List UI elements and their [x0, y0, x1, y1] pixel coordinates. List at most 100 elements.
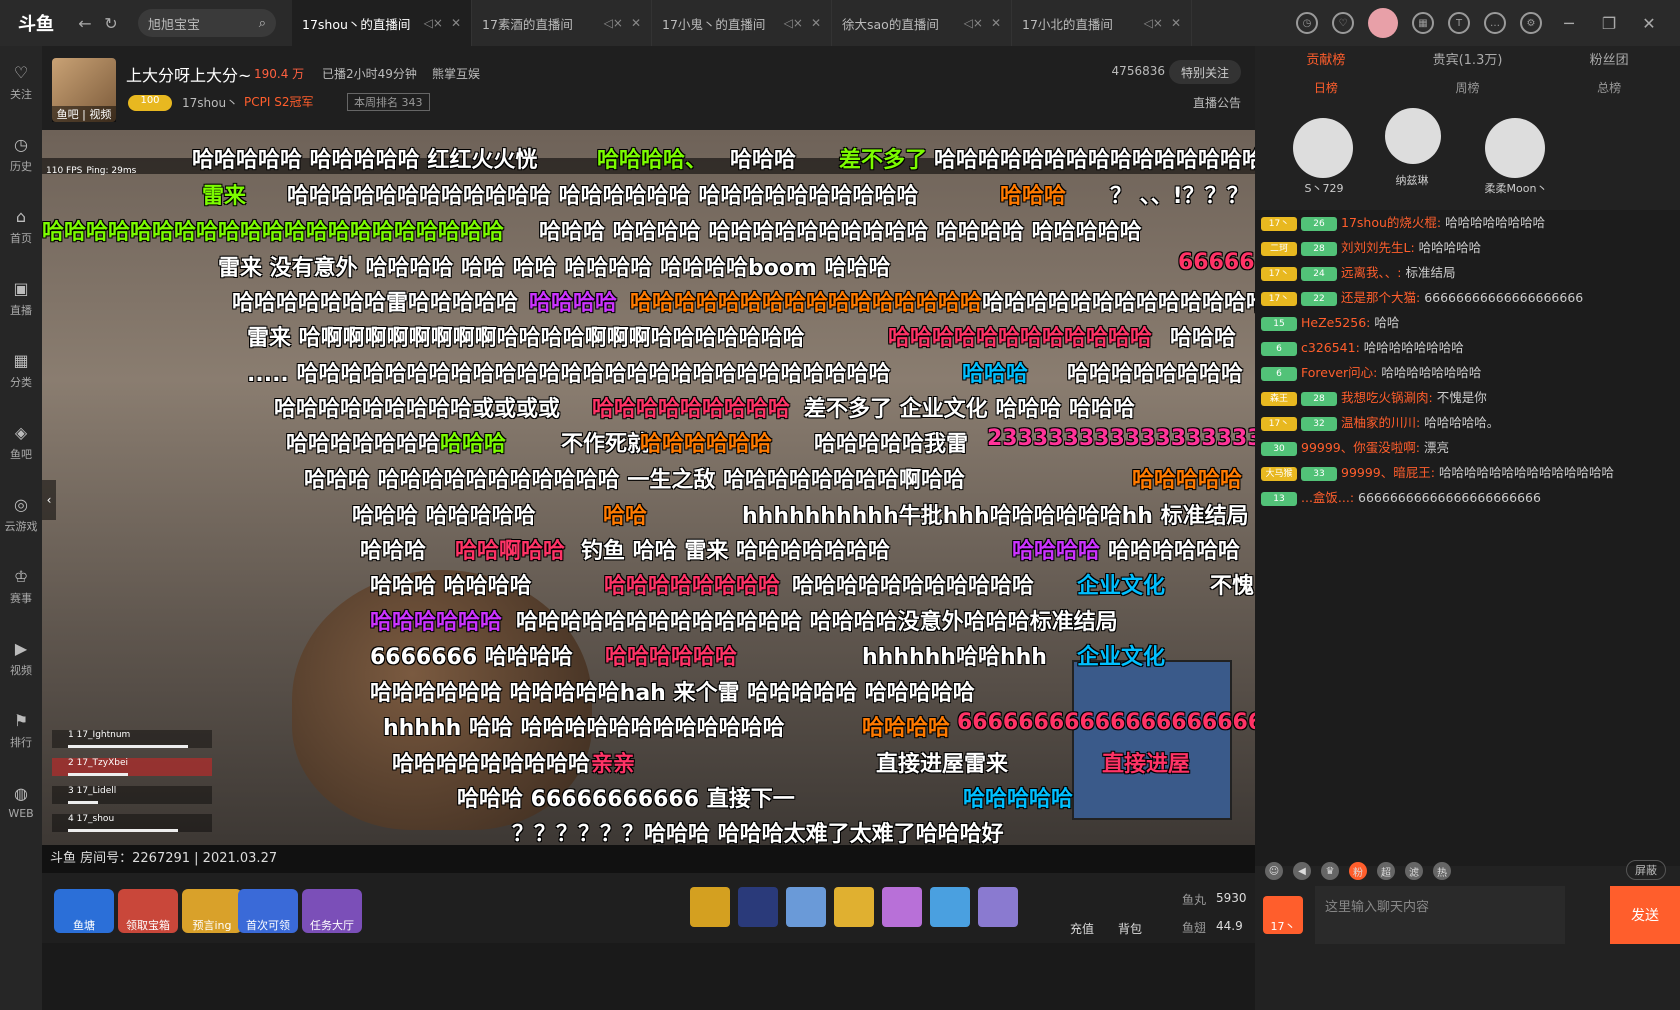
chat-username[interactable]: 还是那个大猫:	[1341, 290, 1424, 305]
chat-username[interactable]: 远离我、、:	[1341, 265, 1405, 280]
close-icon[interactable]: ✕	[811, 16, 821, 30]
pcpi-badge[interactable]: PCPI S2冠军	[244, 93, 313, 110]
sidebar-item-history[interactable]: ◷ 历史	[0, 118, 42, 190]
follow-button[interactable]: 特别关注	[1169, 60, 1241, 84]
chat-username[interactable]: 温柚家的川川:	[1341, 415, 1424, 430]
chat-username[interactable]: 99999、你蛋没啦啊:	[1301, 440, 1424, 455]
back-icon[interactable]: ←	[72, 10, 98, 36]
tab-contribution[interactable]: 贡献榜	[1255, 46, 1397, 76]
hot-icon[interactable]: 热	[1433, 862, 1451, 880]
streamer-name[interactable]: 17shou丶	[182, 94, 238, 111]
tab-room-4[interactable]: 徐大sao的直播间 ◁× ✕	[832, 0, 1012, 46]
user-level-badge[interactable]: 30	[1261, 441, 1297, 456]
minimize-icon[interactable]: ─	[1556, 10, 1582, 36]
chat-list[interactable]: 17丶 26 17shou的烧火棍: 哈哈哈哈哈哈哈哈 二珂 28 刘刘刘先生L: 哈哈哈…	[1255, 210, 1680, 866]
tab-room-5[interactable]: 17小北的直播间 ◁× ✕	[1012, 0, 1192, 46]
settings-icon[interactable]: ⚙	[1520, 12, 1542, 34]
gift-item[interactable]	[882, 887, 922, 927]
chat-username[interactable]: 刘刘刘先生L:	[1341, 240, 1419, 255]
tab-daily[interactable]: 日榜	[1255, 76, 1397, 100]
horn-icon[interactable]: ◀	[1293, 862, 1311, 880]
sidebar-item-fishbar[interactable]: ◈ 鱼吧	[0, 406, 42, 478]
sidebar-item-follow[interactable]: ♡ 关注	[0, 46, 42, 118]
video-player[interactable]: 110 FPS Ping: 29ms 1 17_Ightnum 2 17_TzyX…	[42, 130, 1255, 845]
restore-icon[interactable]: ❐	[1596, 10, 1622, 36]
fan-level-badge[interactable]: 17丶	[1261, 291, 1297, 306]
sidebar-item-category[interactable]: ▦ 分类	[0, 334, 42, 406]
sidebar-item-cloudgame[interactable]: ◎ 云游戏	[0, 478, 42, 550]
chat-username[interactable]: 99999、暗屁王:	[1341, 465, 1439, 480]
tab-fanclub[interactable]: 粉丝团	[1538, 46, 1680, 76]
message-icon[interactable]: …	[1484, 12, 1506, 34]
recharge-button[interactable]: 充值	[1062, 893, 1102, 937]
fan-icon[interactable]: 粉	[1349, 862, 1367, 880]
fan-level-badge[interactable]: 17丶	[1261, 216, 1297, 231]
gift-item[interactable]	[786, 887, 826, 927]
user-level-badge[interactable]: 15	[1261, 316, 1297, 331]
user-level-badge[interactable]: 22	[1301, 291, 1337, 306]
prediction-button[interactable]: 预言ing	[182, 889, 242, 933]
user-level-badge[interactable]: 28	[1301, 241, 1337, 256]
first-claim-button[interactable]: 首次可领	[238, 889, 298, 933]
sidebar-item-events[interactable]: ♔ 赛事	[0, 550, 42, 622]
gift-item[interactable]	[690, 887, 730, 927]
tab-vip[interactable]: 贵宾(1.3万)	[1397, 46, 1539, 76]
bag-button[interactable]: 背包	[1110, 893, 1150, 937]
close-icon[interactable]: ✕	[451, 16, 461, 30]
mute-icon[interactable]: ◁×	[424, 16, 443, 30]
close-icon[interactable]: ✕	[991, 16, 1001, 30]
fan-level-badge[interactable]: 17丶	[1261, 416, 1297, 431]
tab-room-3[interactable]: 17小鬼丶的直播间 ◁× ✕	[652, 0, 832, 46]
chat-username[interactable]: c326541:	[1301, 340, 1364, 355]
mute-icon[interactable]: ◁×	[604, 16, 623, 30]
chat-username[interactable]: 我想吃火锅涮肉:	[1341, 390, 1437, 405]
user-level-badge[interactable]: 33	[1301, 466, 1337, 481]
user-level-badge[interactable]: 28	[1301, 391, 1337, 406]
task-hall-button[interactable]: 任务大厅	[302, 889, 362, 933]
gift-item[interactable]	[930, 887, 970, 927]
user-level-badge[interactable]: 24	[1301, 266, 1337, 281]
fan-level-badge[interactable]: 17丶	[1261, 266, 1297, 281]
sidebar-item-rank[interactable]: ⚑ 排行	[0, 694, 42, 766]
refresh-icon[interactable]: ↻	[98, 10, 124, 36]
tab-total[interactable]: 总榜	[1538, 76, 1680, 100]
user-badge[interactable]: 17丶	[1263, 896, 1303, 934]
douyu-logo[interactable]: 斗鱼	[0, 0, 72, 46]
treasure-box-button[interactable]: 领取宝箱	[118, 889, 178, 933]
tab-weekly[interactable]: 周榜	[1397, 76, 1539, 100]
user-level-badge[interactable]: 6	[1261, 341, 1297, 356]
sidebar-item-video[interactable]: ▶ 视频	[0, 622, 42, 694]
mute-icon[interactable]: ◁×	[784, 16, 803, 30]
shirt-icon[interactable]: T	[1448, 12, 1470, 34]
weekly-rank[interactable]: 本周排名 343	[347, 93, 430, 111]
chat-username[interactable]: Forever问心:	[1301, 365, 1381, 380]
close-window-icon[interactable]: ✕	[1636, 10, 1662, 36]
mute-icon[interactable]: ◁×	[1144, 16, 1163, 30]
rank-avatar[interactable]	[1485, 118, 1545, 178]
crown-icon[interactable]: ♛	[1321, 862, 1339, 880]
chat-username[interactable]: ...盒饭...:	[1301, 490, 1358, 505]
clock-icon[interactable]: ◷	[1296, 12, 1318, 34]
gift-item[interactable]	[834, 887, 874, 927]
sidebar-item-web[interactable]: ◍ WEB	[0, 766, 42, 838]
shield-button[interactable]: 屏蔽	[1626, 860, 1666, 880]
gift-item[interactable]	[978, 887, 1018, 927]
announce-link[interactable]: 直播公告	[1193, 94, 1241, 111]
send-button[interactable]: 发送	[1610, 886, 1680, 944]
user-level-badge[interactable]: 26	[1301, 216, 1337, 231]
sidebar-item-home[interactable]: ⌂ 首页	[0, 190, 42, 262]
heart-icon[interactable]: ♡	[1332, 12, 1354, 34]
chat-username[interactable]: 17shou的烧火棍:	[1341, 215, 1445, 230]
avatar-label[interactable]: 鱼吧 | 视频	[52, 106, 116, 122]
streamer-avatar[interactable]: 鱼吧 | 视频	[52, 58, 116, 122]
close-icon[interactable]: ✕	[1171, 16, 1181, 30]
chat-input[interactable]: 这里输入聊天内容	[1315, 886, 1565, 944]
fan-level-badge[interactable]: 森王	[1261, 391, 1297, 406]
fan-level-badge[interactable]: 大马猴	[1261, 466, 1297, 481]
collapse-sidebar-icon[interactable]: ‹	[42, 480, 56, 520]
filter-icon[interactable]: 滤	[1405, 862, 1423, 880]
chat-username[interactable]: HeZe5256:	[1301, 315, 1374, 330]
fish-pond-button[interactable]: 鱼塘	[54, 889, 114, 933]
user-avatar[interactable]	[1368, 8, 1398, 38]
user-level-badge[interactable]: 13	[1261, 491, 1297, 506]
